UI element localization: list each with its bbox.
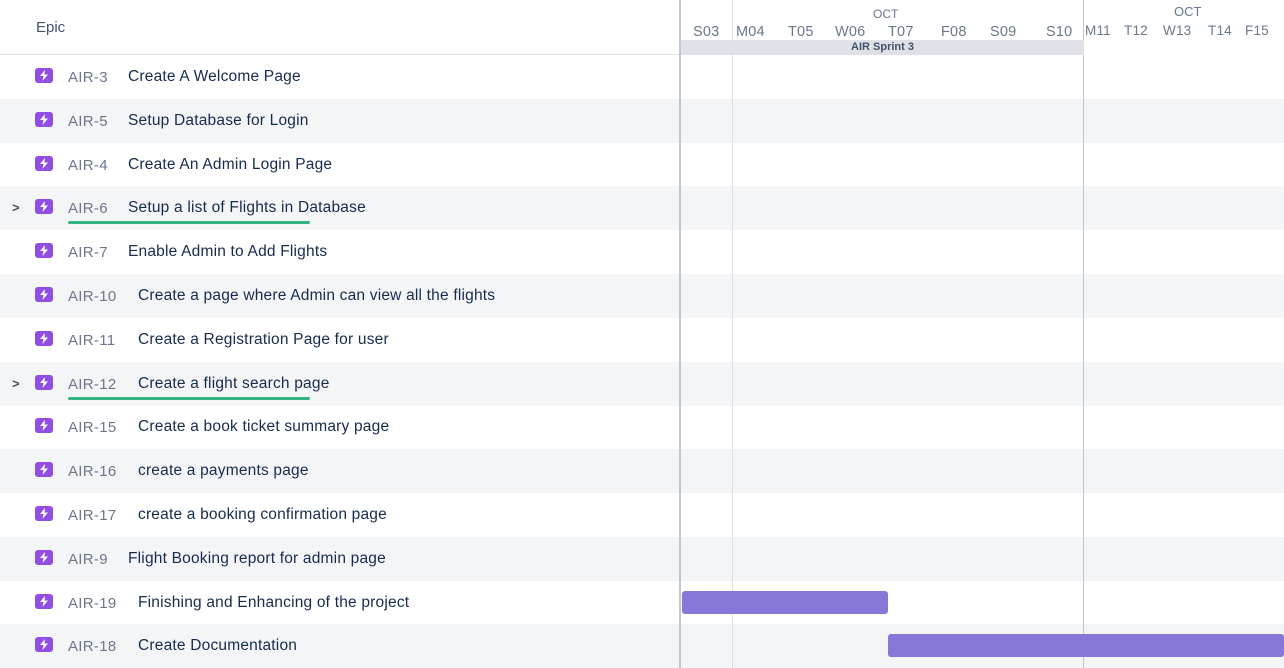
day-label: F15 xyxy=(1245,23,1269,38)
issue-key[interactable]: AIR-5 xyxy=(68,113,108,130)
day-label: W13 xyxy=(1163,23,1192,38)
timeline-row xyxy=(681,405,1284,449)
epic-icon xyxy=(35,462,53,478)
issue-key[interactable]: AIR-6 xyxy=(68,200,108,217)
issue-summary[interactable]: Enable Admin to Add Flights xyxy=(128,243,327,261)
epic-row[interactable]: AIR-4 Create An Admin Login Page xyxy=(0,143,679,187)
sprint-label: AIR Sprint 3 xyxy=(851,41,914,53)
timeline-bar-air-19[interactable] xyxy=(682,591,888,614)
epic-icon xyxy=(35,199,53,215)
today-marker-line xyxy=(732,0,733,668)
issue-summary[interactable]: Create a book ticket summary page xyxy=(138,418,389,436)
epic-icon xyxy=(35,593,53,609)
issue-summary[interactable]: Create a page where Admin can view all t… xyxy=(138,287,495,305)
month-label-1: OCT xyxy=(873,7,899,21)
epic-row[interactable]: AIR-11 Create a Registration Page for use… xyxy=(0,318,679,362)
sprint-bar[interactable]: AIR Sprint 3 xyxy=(681,40,1084,55)
issue-key[interactable]: AIR-15 xyxy=(68,419,117,436)
day-label: S10 xyxy=(1046,24,1073,40)
day-label: T14 xyxy=(1208,23,1232,38)
issue-summary[interactable]: Create a Registration Page for user xyxy=(138,331,389,349)
issue-key[interactable]: AIR-16 xyxy=(68,463,117,480)
issue-key[interactable]: AIR-11 xyxy=(68,332,115,349)
epic-icon xyxy=(35,418,53,434)
epic-row[interactable]: > AIR-6 Setup a list of Flights in Databas… xyxy=(0,186,679,231)
timeline-row xyxy=(681,55,1284,99)
timeline-row xyxy=(681,361,1284,406)
epic-icon xyxy=(35,287,53,302)
epic-row[interactable]: AIR-18 Create Documentation xyxy=(0,624,679,668)
day-label: T05 xyxy=(788,24,814,40)
issue-summary[interactable]: Setup Database for Login xyxy=(128,112,309,130)
timeline-bar-air-18[interactable] xyxy=(888,634,1284,657)
issue-summary[interactable]: Create An Admin Login Page xyxy=(128,156,332,174)
epic-icon xyxy=(35,374,53,390)
issue-summary[interactable]: create a payments page xyxy=(138,462,309,480)
timeline-row xyxy=(681,186,1284,231)
timeline-row xyxy=(681,318,1284,362)
sprint-boundary-line xyxy=(1083,0,1084,668)
day-label: M04 xyxy=(736,24,765,40)
issue-key[interactable]: AIR-18 xyxy=(68,638,117,655)
issue-key[interactable]: AIR-10 xyxy=(68,288,117,305)
timeline-row xyxy=(681,98,1284,143)
epic-row[interactable]: AIR-10 Create a page where Admin can view… xyxy=(0,274,679,318)
timeline-row xyxy=(681,493,1284,537)
epic-icon xyxy=(35,68,53,83)
epic-icon xyxy=(35,111,53,127)
epic-row[interactable]: AIR-19 Finishing and Enhancing of the pro… xyxy=(0,581,679,625)
epic-column-title: Epic xyxy=(36,19,66,36)
timeline-panel: OCT OCT S03 M04 T05 W06 T07 F08 S09 S10 M11 T12 W1… xyxy=(681,0,1284,668)
timeline-row xyxy=(681,536,1284,581)
epic-icon xyxy=(35,506,53,521)
chevron-right-icon[interactable]: > xyxy=(12,376,20,391)
issue-summary[interactable]: Create a flight search page xyxy=(138,375,330,393)
issue-key[interactable]: AIR-4 xyxy=(68,157,108,174)
timeline-row xyxy=(681,230,1284,274)
day-label: S03 xyxy=(693,24,720,40)
issue-summary[interactable]: Create Documentation xyxy=(138,637,297,655)
epic-icon xyxy=(35,155,53,171)
epic-icon xyxy=(35,330,53,346)
issue-key[interactable]: AIR-9 xyxy=(68,551,108,568)
issue-summary[interactable]: Setup a list of Flights in Database xyxy=(128,199,366,217)
epic-row[interactable]: AIR-5 Setup Database for Login xyxy=(0,98,679,143)
month-label-2: OCT xyxy=(1174,4,1202,19)
epic-row[interactable]: AIR-16 create a payments page xyxy=(0,449,679,494)
timeline-row xyxy=(681,274,1284,318)
epic-list-panel: Epic AIR-3 Create A Welcome Page AIR-5 Setu… xyxy=(0,0,681,668)
epic-row[interactable]: AIR-7 Enable Admin to Add Flights xyxy=(0,230,679,274)
epic-row[interactable]: AIR-3 Create A Welcome Page xyxy=(0,55,679,99)
day-label: F08 xyxy=(941,24,967,40)
progress-bar xyxy=(68,396,310,400)
progress-bar xyxy=(68,221,310,225)
epic-row[interactable]: > AIR-12 Create a flight search page xyxy=(0,361,679,406)
issue-summary[interactable]: Finishing and Enhancing of the project xyxy=(138,594,409,612)
issue-summary[interactable]: Flight Booking report for admin page xyxy=(128,550,386,568)
epic-column-header: Epic xyxy=(0,0,679,55)
day-label: M11 xyxy=(1085,23,1111,38)
day-label: T12 xyxy=(1124,23,1148,38)
day-label: W06 xyxy=(835,24,866,40)
issue-key[interactable]: AIR-7 xyxy=(68,244,108,261)
timeline-row xyxy=(681,143,1284,187)
issue-key[interactable]: AIR-12 xyxy=(68,376,117,393)
issue-key[interactable]: AIR-3 xyxy=(68,69,108,86)
chevron-right-icon[interactable]: > xyxy=(12,200,20,215)
epic-icon xyxy=(35,637,53,653)
issue-key[interactable]: AIR-19 xyxy=(68,595,117,612)
issue-key[interactable]: AIR-17 xyxy=(68,507,117,524)
day-label: S09 xyxy=(990,24,1017,40)
day-label: T07 xyxy=(888,24,914,40)
epic-row[interactable]: AIR-9 Flight Booking report for admin pag… xyxy=(0,536,679,581)
epic-icon xyxy=(35,549,53,565)
issue-summary[interactable]: create a booking confirmation page xyxy=(138,506,387,524)
epic-row[interactable]: AIR-17 create a booking confirmation page xyxy=(0,493,679,537)
epic-icon xyxy=(35,243,53,259)
epic-row[interactable]: AIR-15 Create a book ticket summary page xyxy=(0,405,679,449)
timeline-row xyxy=(681,449,1284,494)
issue-summary[interactable]: Create A Welcome Page xyxy=(128,68,301,86)
